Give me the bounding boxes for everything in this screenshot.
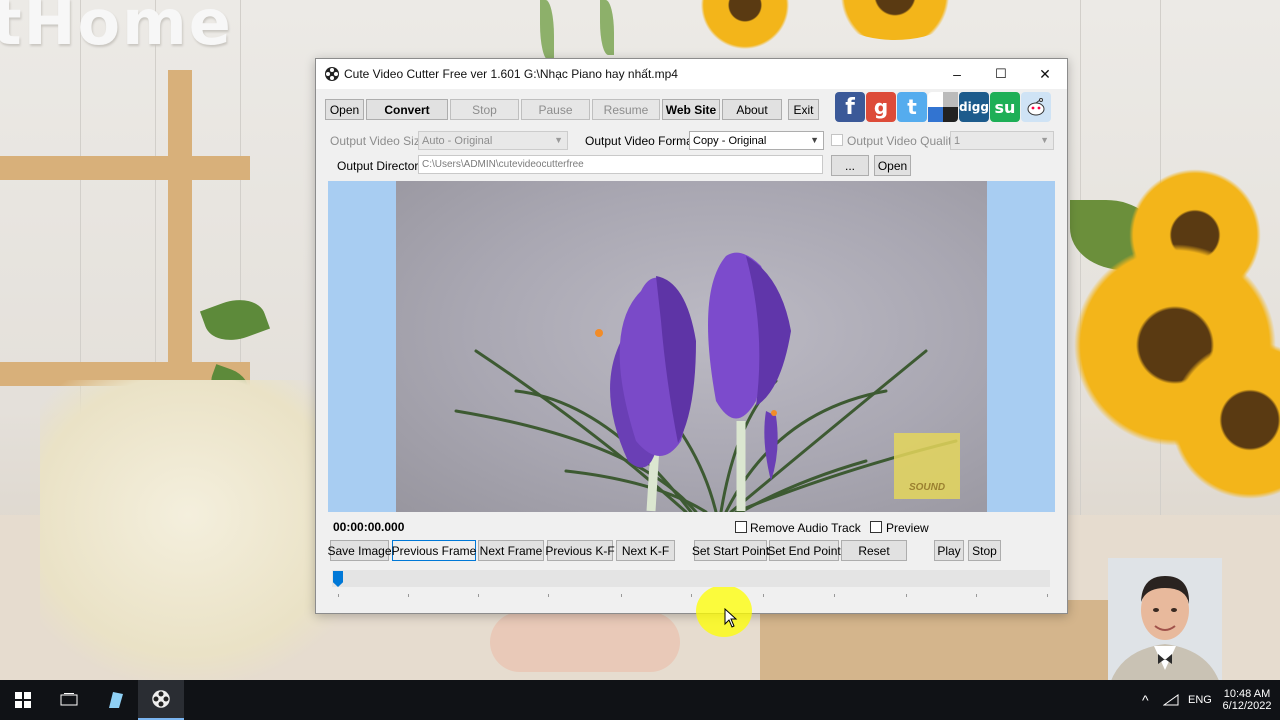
output-size-select[interactable]: Auto - Original ▼ (418, 131, 568, 150)
next-keyframe-button[interactable]: Next K-F (616, 540, 675, 561)
facebook-icon[interactable]: f (835, 92, 865, 122)
maximize-button[interactable]: ☐ (979, 59, 1023, 89)
clock-time: 10:48 AM (1223, 688, 1271, 700)
output-quality-checkbox[interactable] (831, 134, 843, 146)
stumbleupon-icon[interactable]: su (990, 92, 1020, 122)
output-quality-label: Output Video Quality (847, 134, 958, 148)
clock-date: 6/12/2022 (1222, 700, 1272, 712)
pause-button[interactable]: Pause (521, 99, 590, 120)
minimize-button[interactable]: – (935, 59, 979, 89)
wallpaper-sign: tHome (0, 0, 233, 59)
preview-checkbox[interactable] (870, 521, 882, 533)
preview-label: Preview (886, 521, 929, 535)
watermark-logo: SOUND (894, 433, 960, 499)
output-size-label: Output Video Size: (330, 134, 430, 148)
remove-audio-label: Remove Audio Track (750, 521, 861, 535)
previous-frame-button[interactable]: Previous Frame (392, 540, 476, 561)
task-view-icon[interactable] (46, 680, 92, 720)
play-button[interactable]: Play (934, 540, 964, 561)
chevron-down-icon: ▼ (554, 135, 563, 145)
video-cutter-taskbar-icon[interactable] (138, 680, 184, 720)
delicious-icon[interactable] (928, 92, 958, 122)
playback-stop-button[interactable]: Stop (968, 540, 1001, 561)
open-directory-button[interactable]: Open (874, 155, 911, 176)
close-button[interactable]: ✕ (1023, 59, 1067, 89)
app-taskbar-icon[interactable] (92, 680, 138, 720)
mouse-pointer-icon (724, 608, 738, 628)
reset-button[interactable]: Reset (841, 540, 907, 561)
taskbar: ^ ENG 10:48 AM 6/12/2022 (0, 680, 1280, 720)
browse-button[interactable]: ... (831, 155, 869, 176)
save-image-button[interactable]: Save Image (327, 540, 392, 561)
presenter-image (1108, 558, 1222, 690)
chevron-up-icon: ^ (1142, 692, 1149, 708)
output-size-value: Auto - Original (422, 134, 493, 147)
video-preview[interactable]: SOUND (328, 181, 1055, 512)
language-indicator[interactable]: ENG (1188, 680, 1212, 720)
exit-button[interactable]: Exit (788, 99, 819, 120)
window-title: Cute Video Cutter Free ver 1.601 G:\Nhạc… (344, 67, 678, 81)
chevron-down-icon: ▼ (810, 135, 819, 145)
app-window: Cute Video Cutter Free ver 1.601 G:\Nhạc… (315, 58, 1068, 637)
convert-button[interactable]: Convert (366, 99, 448, 120)
watermark-text: SOUND (908, 482, 946, 493)
website-button[interactable]: Web Site (662, 99, 720, 120)
digg-icon[interactable]: digg (959, 92, 989, 122)
output-quality-select[interactable]: 1 ▼ (950, 131, 1054, 150)
clock[interactable]: 10:48 AM 6/12/2022 (1220, 680, 1274, 720)
twitter-icon[interactable]: t (897, 92, 927, 122)
stop-button[interactable]: Stop (450, 99, 519, 120)
output-quality-value: 1 (954, 134, 961, 147)
set-start-point-button[interactable]: Set Start Point (692, 540, 769, 561)
about-button[interactable]: About (722, 99, 782, 120)
output-directory-label: Output Directory: (337, 159, 428, 173)
chevron-down-icon: ▼ (1040, 135, 1049, 145)
output-directory-field[interactable]: C:\Users\ADMIN\cutevideocutterfree (418, 155, 823, 174)
previous-keyframe-button[interactable]: Previous K-F (545, 540, 615, 561)
output-format-label: Output Video Format: (585, 134, 700, 148)
windows-start-icon[interactable] (0, 680, 46, 720)
show-hidden-icons-button[interactable]: ^ (1142, 680, 1149, 720)
title-bar[interactable]: Cute Video Cutter Free ver 1.601 G:\Nhạc… (316, 59, 1067, 89)
resume-button[interactable]: Resume (592, 99, 660, 120)
next-frame-button[interactable]: Next Frame (478, 540, 544, 561)
timeline-slider[interactable] (332, 570, 1050, 587)
output-format-value: Copy - Original (693, 134, 767, 147)
open-button[interactable]: Open (325, 99, 364, 120)
set-end-point-button[interactable]: Set End Point (767, 540, 841, 561)
timecode: 00:00:00.000 (333, 520, 405, 534)
remove-audio-checkbox[interactable] (735, 521, 747, 533)
webcam-overlay (1108, 558, 1222, 690)
film-reel-icon (325, 67, 339, 81)
video-frame: SOUND (396, 181, 987, 512)
output-format-select[interactable]: Copy - Original ▼ (689, 131, 824, 150)
google-icon[interactable]: g (866, 92, 896, 122)
reddit-icon[interactable] (1021, 92, 1051, 122)
network-icon[interactable] (1163, 680, 1179, 720)
